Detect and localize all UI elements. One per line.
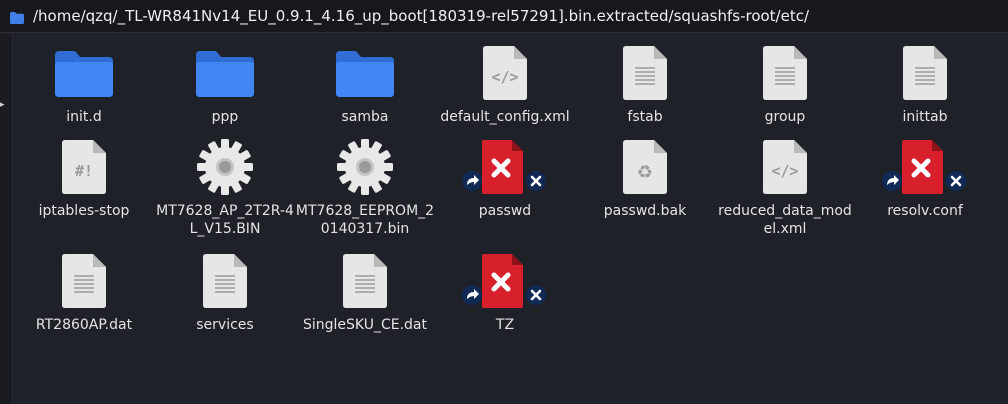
expand-arrow-icon[interactable]: ▸ — [0, 100, 5, 110]
svg-text:</>: </> — [771, 162, 798, 180]
file-name: passwd.bak — [603, 203, 687, 219]
folder-icon — [14, 46, 154, 102]
svg-text:</>: </> — [491, 68, 518, 86]
file-name: samba — [341, 109, 389, 125]
folder-icon — [295, 46, 435, 102]
file-name: passwd — [478, 203, 532, 219]
recycle-file-icon: ♻ — [575, 140, 715, 196]
file-name: inittab — [902, 109, 948, 125]
text-file-icon — [715, 46, 855, 102]
broken-link-icon — [435, 140, 575, 196]
gear-icon — [295, 139, 435, 196]
gear-icon — [155, 139, 295, 196]
file-name: MT7628_EEPROM_20140317.bin — [295, 203, 435, 237]
file-name: group — [764, 109, 806, 125]
file-name: services — [196, 317, 254, 333]
file-name: RT2860AP.dat — [35, 317, 133, 333]
file-name: init.d — [66, 109, 102, 125]
broken-link-icon — [435, 254, 575, 310]
code-file-icon: </> — [435, 46, 575, 102]
script-file-icon: #! — [14, 140, 154, 196]
svg-text:♻: ♻ — [637, 162, 653, 183]
text-file-icon — [295, 254, 435, 310]
file-name: TZ — [495, 317, 515, 333]
file-name: default_config.xml — [440, 109, 570, 125]
file-name: reduced_data_model.xml — [718, 203, 852, 237]
file-name: MT7628_AP_2T2R-4L_V15.BIN — [156, 203, 294, 237]
folder-icon — [10, 9, 24, 28]
file-name: ppp — [211, 109, 239, 125]
text-file-icon — [155, 254, 295, 310]
broken-link-icon — [855, 140, 995, 196]
text-file-icon — [14, 254, 154, 310]
text-file-icon — [575, 46, 715, 102]
svg-text:#!: #! — [75, 162, 93, 180]
code-file-icon: </> — [715, 140, 855, 196]
location-bar: /home/qzq/_TL-WR841Nv14_EU_0.9.1_4.16_up… — [0, 0, 1008, 33]
sidebar-collapsed[interactable]: ▸ — [0, 34, 13, 404]
current-path: /home/qzq/_TL-WR841Nv14_EU_0.9.1_4.16_up… — [33, 7, 810, 25]
file-name: iptables-stop — [38, 203, 130, 219]
file-name: fstab — [627, 109, 663, 125]
folder-icon — [155, 46, 295, 102]
text-file-icon — [855, 46, 995, 102]
file-name: resolv.conf — [887, 203, 963, 219]
file-name: SingleSKU_CE.dat — [302, 317, 427, 333]
